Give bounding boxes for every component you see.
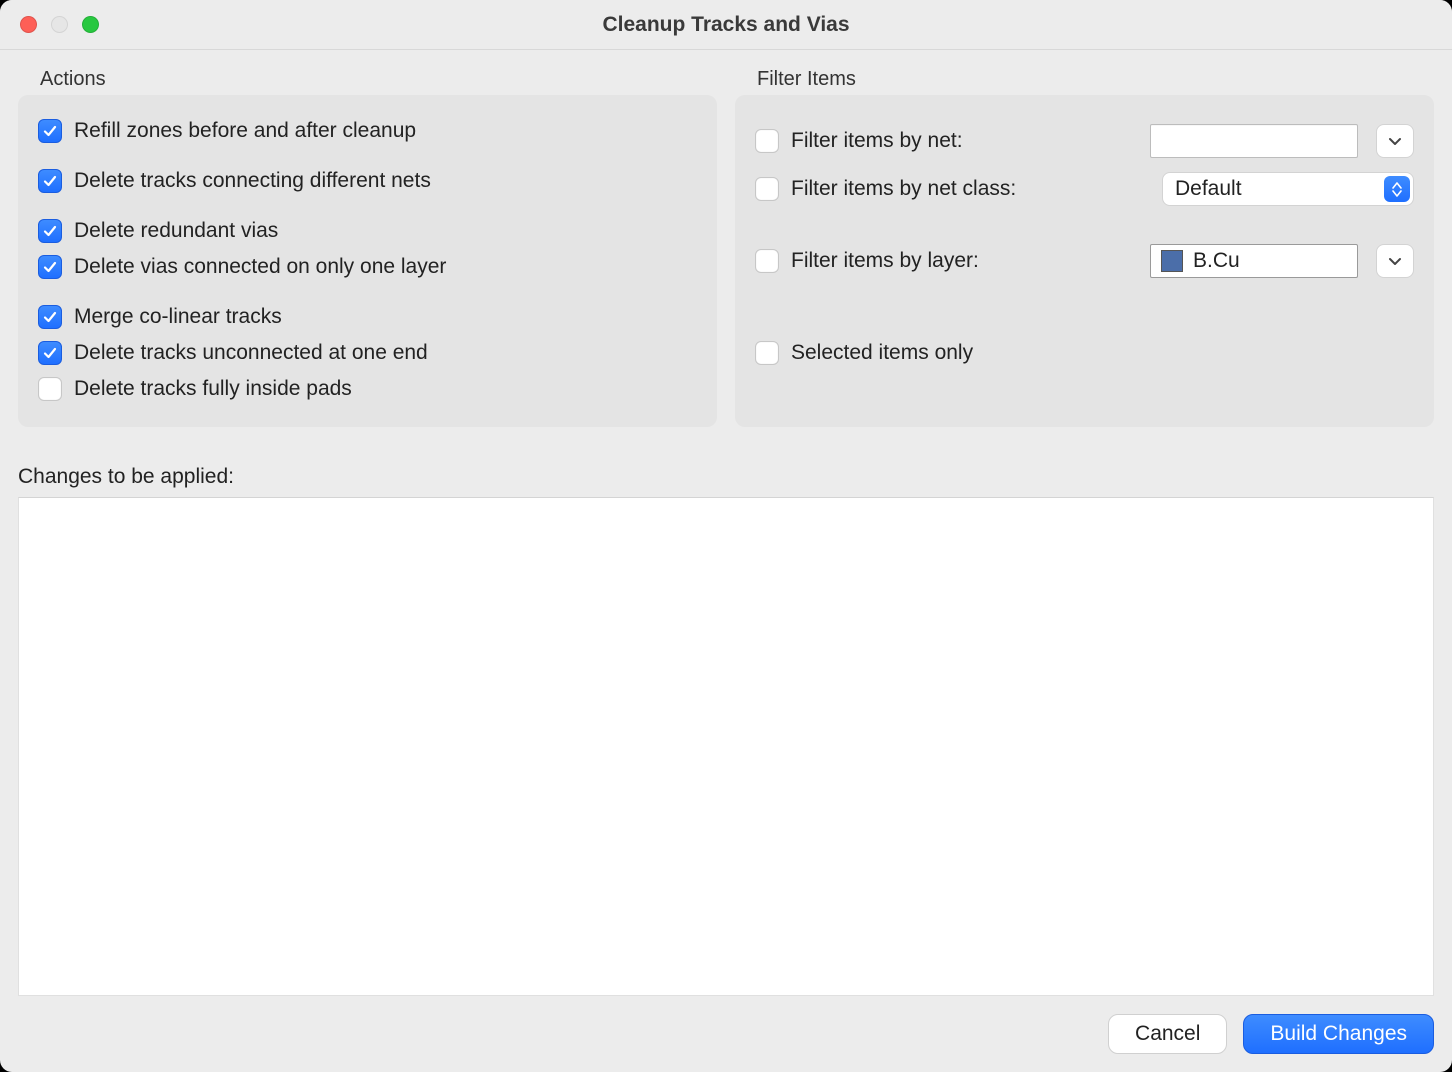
checkbox-delete-unconnected[interactable]	[38, 341, 62, 365]
changes-label: Changes to be applied:	[18, 465, 1434, 489]
actions-box: Refill zones before and after cleanup De…	[18, 95, 717, 427]
filter-label: Filter Items	[735, 68, 1434, 91]
filter-layer-combo[interactable]: B.Cu	[1150, 244, 1358, 278]
chevron-down-icon	[1388, 254, 1402, 268]
build-changes-button-label: Build Changes	[1270, 1022, 1407, 1046]
filter-layer-label: Filter items by layer:	[791, 249, 979, 273]
checkbox-selected-only[interactable]	[755, 341, 779, 365]
filter-net-label: Filter items by net:	[791, 129, 963, 153]
checkbox-refill-zones[interactable]	[38, 119, 62, 143]
filter-row-netclass: Filter items by net class: Default	[755, 165, 1414, 213]
actions-group: Actions Refill zones before and after cl…	[18, 68, 717, 427]
dialog-window: Cleanup Tracks and Vias Actions Refill z…	[0, 0, 1452, 1072]
action-row-refill-zones[interactable]: Refill zones before and after cleanup	[38, 113, 697, 149]
filter-layer-dropdown-button[interactable]	[1376, 244, 1414, 278]
dialog-content: Actions Refill zones before and after cl…	[0, 50, 1452, 1072]
traffic-lights	[0, 16, 99, 33]
checkbox-filter-netclass[interactable]	[755, 177, 779, 201]
action-label: Refill zones before and after cleanup	[74, 119, 416, 143]
window-title: Cleanup Tracks and Vias	[0, 13, 1452, 37]
button-row: Cancel Build Changes	[18, 996, 1434, 1054]
checkbox-delete-crossnets[interactable]	[38, 169, 62, 193]
action-row-delete-redundant-vias[interactable]: Delete redundant vias	[38, 213, 697, 249]
action-label: Delete tracks connecting different nets	[74, 169, 431, 193]
titlebar: Cleanup Tracks and Vias	[0, 0, 1452, 50]
cancel-button[interactable]: Cancel	[1108, 1014, 1227, 1054]
checkbox-filter-layer[interactable]	[755, 249, 779, 273]
filter-row-selected-only[interactable]: Selected items only	[755, 329, 1414, 377]
action-label: Delete tracks fully inside pads	[74, 377, 352, 401]
filter-netclass-select[interactable]: Default	[1162, 172, 1414, 206]
action-row-delete-inside-pads[interactable]: Delete tracks fully inside pads	[38, 371, 697, 407]
action-label: Merge co-linear tracks	[74, 305, 282, 329]
action-row-delete-crossnets[interactable]: Delete tracks connecting different nets	[38, 163, 697, 199]
action-label: Delete tracks unconnected at one end	[74, 341, 428, 365]
select-stepper-icon	[1384, 176, 1410, 202]
selected-only-label: Selected items only	[791, 341, 973, 365]
filter-netclass-value: Default	[1175, 177, 1242, 201]
window-minimize-button	[51, 16, 68, 33]
actions-label: Actions	[18, 68, 717, 91]
layer-swatch-icon	[1161, 250, 1183, 272]
window-close-button[interactable]	[20, 16, 37, 33]
checkbox-filter-net[interactable]	[755, 129, 779, 153]
action-label: Delete vias connected on only one layer	[74, 255, 446, 279]
checkbox-delete-inside-pads[interactable]	[38, 377, 62, 401]
filter-box: Filter items by net: Filter items by net…	[735, 95, 1434, 427]
action-row-delete-vias-one-layer[interactable]: Delete vias connected on only one layer	[38, 249, 697, 285]
build-changes-button[interactable]: Build Changes	[1243, 1014, 1434, 1054]
changes-list[interactable]	[18, 497, 1434, 996]
action-row-merge-colinear[interactable]: Merge co-linear tracks	[38, 299, 697, 335]
checkbox-delete-redundant-vias[interactable]	[38, 219, 62, 243]
filter-net-dropdown-button[interactable]	[1376, 124, 1414, 158]
filter-group: Filter Items Filter items by net: Filte	[735, 68, 1434, 427]
chevron-down-icon	[1388, 134, 1402, 148]
action-label: Delete redundant vias	[74, 219, 278, 243]
filter-row-layer: Filter items by layer: B.Cu	[755, 237, 1414, 285]
checkbox-merge-colinear[interactable]	[38, 305, 62, 329]
cancel-button-label: Cancel	[1135, 1022, 1200, 1046]
window-zoom-button[interactable]	[82, 16, 99, 33]
filter-net-input[interactable]	[1150, 124, 1358, 158]
top-panels: Actions Refill zones before and after cl…	[18, 68, 1434, 427]
action-row-delete-unconnected[interactable]: Delete tracks unconnected at one end	[38, 335, 697, 371]
filter-row-net: Filter items by net:	[755, 117, 1414, 165]
filter-netclass-label: Filter items by net class:	[791, 177, 1016, 201]
checkbox-delete-vias-one-layer[interactable]	[38, 255, 62, 279]
filter-layer-value: B.Cu	[1193, 249, 1240, 273]
